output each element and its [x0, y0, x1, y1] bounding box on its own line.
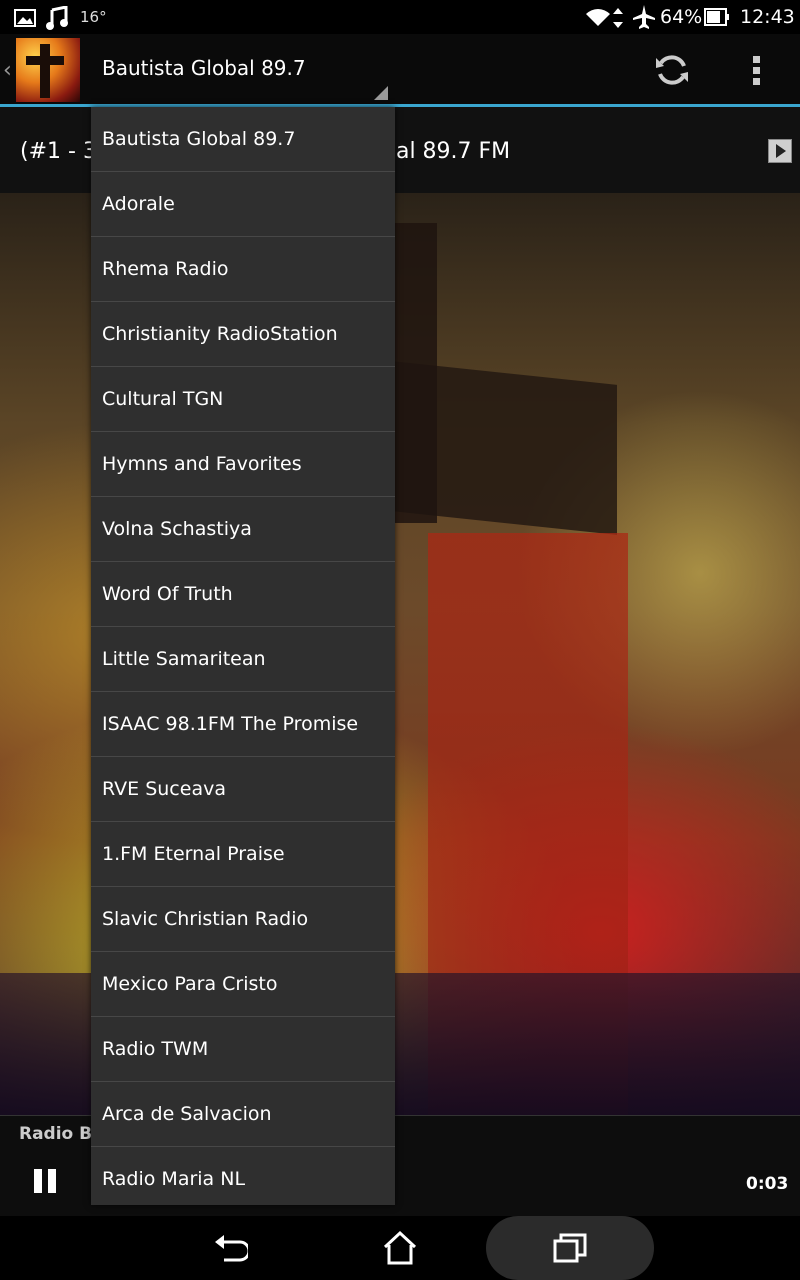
- clock-time: 12:43: [740, 6, 795, 28]
- airplane-icon: [633, 5, 655, 29]
- home-icon[interactable]: [382, 1230, 418, 1266]
- refresh-icon[interactable]: [654, 52, 690, 88]
- battery-icon: [704, 8, 729, 26]
- dropdown-item[interactable]: Hymns and Favorites: [91, 432, 395, 497]
- spinner-arrow-icon[interactable]: [374, 86, 388, 100]
- dropdown-item[interactable]: Volna Schastiya: [91, 497, 395, 562]
- dropdown-item[interactable]: Little Samaritean: [91, 627, 395, 692]
- now-playing-title-tail: bal 89.7 FM: [382, 139, 511, 164]
- dropdown-item[interactable]: Mexico Para Cristo: [91, 952, 395, 1017]
- dropdown-item[interactable]: Christianity RadioStation: [91, 302, 395, 367]
- wifi-icon: [586, 9, 610, 26]
- elapsed-time: 0:03: [746, 1174, 789, 1194]
- dropdown-item[interactable]: Word Of Truth: [91, 562, 395, 627]
- dropdown-item[interactable]: Slavic Christian Radio: [91, 887, 395, 952]
- dropdown-item[interactable]: RVE Suceava: [91, 757, 395, 822]
- status-bar: 16° 64% 12:43: [0, 0, 800, 34]
- station-dropdown[interactable]: Bautista Global 89.7 Adorale Rhema Radio…: [91, 107, 395, 1205]
- temperature-text: 16°: [80, 8, 107, 26]
- dropdown-item[interactable]: Radio Maria NL: [91, 1147, 395, 1205]
- pause-icon-bar: [48, 1169, 56, 1193]
- data-arrows-icon: [613, 8, 623, 28]
- dropdown-item[interactable]: Bautista Global 89.7: [91, 107, 395, 172]
- app-logo[interactable]: [16, 38, 80, 102]
- artwork-cross-upper: [392, 223, 437, 523]
- station-spinner[interactable]: Bautista Global 89.7: [102, 56, 306, 80]
- back-icon[interactable]: [212, 1232, 248, 1264]
- picture-icon: [14, 9, 36, 27]
- action-bar: ‹ Bautista Global 89.7: [0, 34, 800, 106]
- dropdown-item[interactable]: 1.FM Eternal Praise: [91, 822, 395, 887]
- dropdown-item[interactable]: Arca de Salvacion: [91, 1082, 395, 1147]
- battery-percent: 64%: [660, 6, 703, 28]
- navigation-bar: [0, 1216, 800, 1280]
- pause-button[interactable]: [32, 1169, 58, 1193]
- dropdown-item[interactable]: Cultural TGN: [91, 367, 395, 432]
- dropdown-item[interactable]: ISAAC 98.1FM The Promise: [91, 692, 395, 757]
- recent-apps-button[interactable]: [486, 1216, 654, 1280]
- music-note-icon: [46, 6, 68, 30]
- back-chevron-icon[interactable]: ‹: [3, 58, 12, 83]
- dropdown-item[interactable]: Rhema Radio: [91, 237, 395, 302]
- recent-apps-icon: [553, 1233, 587, 1263]
- dropdown-item[interactable]: Radio TWM: [91, 1017, 395, 1082]
- play-icon[interactable]: [768, 139, 792, 163]
- dropdown-item[interactable]: Adorale: [91, 172, 395, 237]
- overflow-menu-icon[interactable]: [752, 54, 762, 86]
- pause-icon: [34, 1169, 42, 1193]
